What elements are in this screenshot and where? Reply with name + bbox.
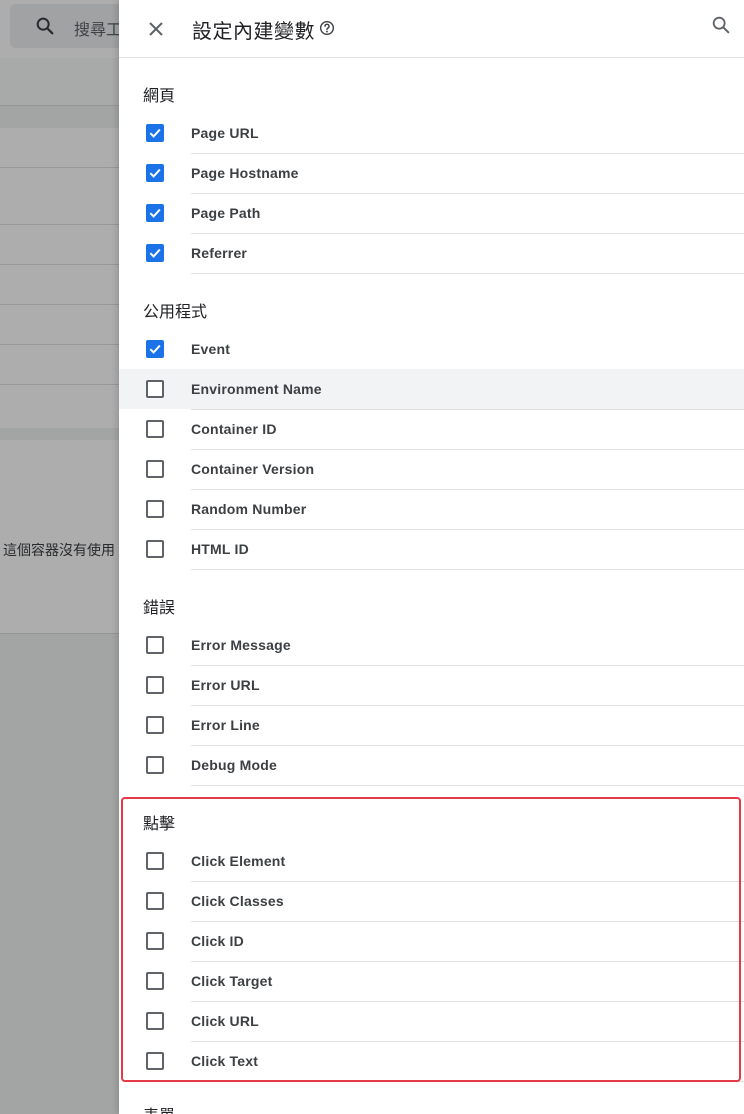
section-heading: 錯誤 bbox=[143, 600, 176, 617]
variable-checkbox[interactable] bbox=[146, 1052, 164, 1070]
list-item[interactable]: Event bbox=[119, 329, 744, 369]
divider bbox=[191, 273, 744, 274]
list-item[interactable]: Container ID bbox=[119, 409, 744, 449]
variable-label: Page Hostname bbox=[191, 165, 299, 181]
search-icon[interactable] bbox=[710, 14, 732, 36]
variable-label: Click Text bbox=[191, 1053, 259, 1069]
help-circle-icon[interactable] bbox=[319, 20, 335, 36]
list-item[interactable]: Click Text bbox=[119, 1041, 744, 1081]
list-item[interactable]: Click Target bbox=[119, 961, 744, 1001]
variable-label: Container Version bbox=[191, 461, 315, 477]
variable-checkbox[interactable] bbox=[146, 972, 164, 990]
variable-label: Click ID bbox=[191, 933, 244, 949]
check-icon bbox=[149, 208, 161, 218]
variable-checkbox[interactable] bbox=[146, 124, 164, 142]
variable-checkbox[interactable] bbox=[146, 500, 164, 518]
variable-checkbox[interactable] bbox=[146, 204, 164, 222]
list-item[interactable]: Click URL bbox=[119, 1001, 744, 1041]
variable-checkbox[interactable] bbox=[146, 1012, 164, 1030]
list-item[interactable]: Random Number bbox=[119, 489, 744, 529]
variable-checkbox[interactable] bbox=[146, 636, 164, 654]
dialog-title-card: 設定內建變數 bbox=[122, 5, 395, 57]
variable-checkbox[interactable] bbox=[146, 932, 164, 950]
variable-label: Random Number bbox=[191, 501, 307, 517]
variable-label: Container ID bbox=[191, 421, 277, 437]
variable-label: Error Line bbox=[191, 717, 260, 733]
divider bbox=[191, 785, 744, 786]
list-item[interactable]: Container Version bbox=[119, 449, 744, 489]
variable-checkbox[interactable] bbox=[146, 164, 164, 182]
variable-label: HTML ID bbox=[191, 541, 249, 557]
variable-checkbox[interactable] bbox=[146, 892, 164, 910]
check-icon bbox=[149, 248, 161, 258]
variable-label: Environment Name bbox=[191, 381, 322, 397]
section-heading: 公用程式 bbox=[143, 304, 208, 321]
variable-checkbox[interactable] bbox=[146, 716, 164, 734]
list-item[interactable]: Click ID bbox=[119, 921, 744, 961]
list-item[interactable]: Error Message bbox=[119, 625, 744, 665]
variable-checkbox[interactable] bbox=[146, 244, 164, 262]
list-item[interactable]: Page Hostname bbox=[119, 153, 744, 193]
list-item[interactable]: Referrer bbox=[119, 233, 744, 273]
variable-label: Page Path bbox=[191, 205, 261, 221]
variable-label: Error Message bbox=[191, 637, 291, 653]
close-icon[interactable] bbox=[144, 17, 168, 41]
list-item[interactable]: Error Line bbox=[119, 705, 744, 745]
variable-label: Click Element bbox=[191, 853, 286, 869]
list-item[interactable]: Environment Name bbox=[119, 369, 744, 409]
dialog-title: 設定內建變數 bbox=[192, 21, 315, 43]
variable-checkbox[interactable] bbox=[146, 756, 164, 774]
divider bbox=[191, 1081, 744, 1082]
list-item[interactable]: Click Classes bbox=[119, 881, 744, 921]
check-icon bbox=[149, 128, 161, 138]
variable-label: Page URL bbox=[191, 125, 259, 141]
variable-checkbox[interactable] bbox=[146, 460, 164, 478]
variable-label: Click Classes bbox=[191, 893, 284, 909]
variable-checkbox[interactable] bbox=[146, 420, 164, 438]
section-heading: 表單 bbox=[143, 1102, 175, 1114]
list-item[interactable]: Debug Mode bbox=[119, 745, 744, 785]
section-heading: 網頁 bbox=[143, 88, 176, 105]
variable-label: Referrer bbox=[191, 245, 248, 261]
variable-label: Debug Mode bbox=[191, 757, 277, 773]
builtin-variables-drawer: 網頁 Page URL Page Hostname Page Path Referrer… bbox=[119, 0, 744, 1114]
list-item[interactable]: Click Element bbox=[119, 841, 744, 881]
list-item[interactable]: HTML ID bbox=[119, 529, 744, 569]
check-icon bbox=[149, 168, 161, 178]
variable-checkbox[interactable] bbox=[146, 540, 164, 558]
list-item[interactable]: Page URL bbox=[119, 113, 744, 153]
variable-label: Click URL bbox=[191, 1013, 259, 1029]
variable-checkbox[interactable] bbox=[146, 380, 164, 398]
variable-label: Event bbox=[191, 341, 231, 357]
variable-label: Error URL bbox=[191, 677, 260, 693]
variable-checkbox[interactable] bbox=[146, 676, 164, 694]
list-item[interactable]: Page Path bbox=[119, 193, 744, 233]
variable-label: Click Target bbox=[191, 973, 273, 989]
variable-checkbox[interactable] bbox=[146, 852, 164, 870]
divider bbox=[191, 569, 744, 570]
check-icon bbox=[149, 344, 161, 354]
variable-checkbox[interactable] bbox=[146, 340, 164, 358]
section-heading: 點擊 bbox=[143, 816, 176, 833]
list-item[interactable]: Error URL bbox=[119, 665, 744, 705]
